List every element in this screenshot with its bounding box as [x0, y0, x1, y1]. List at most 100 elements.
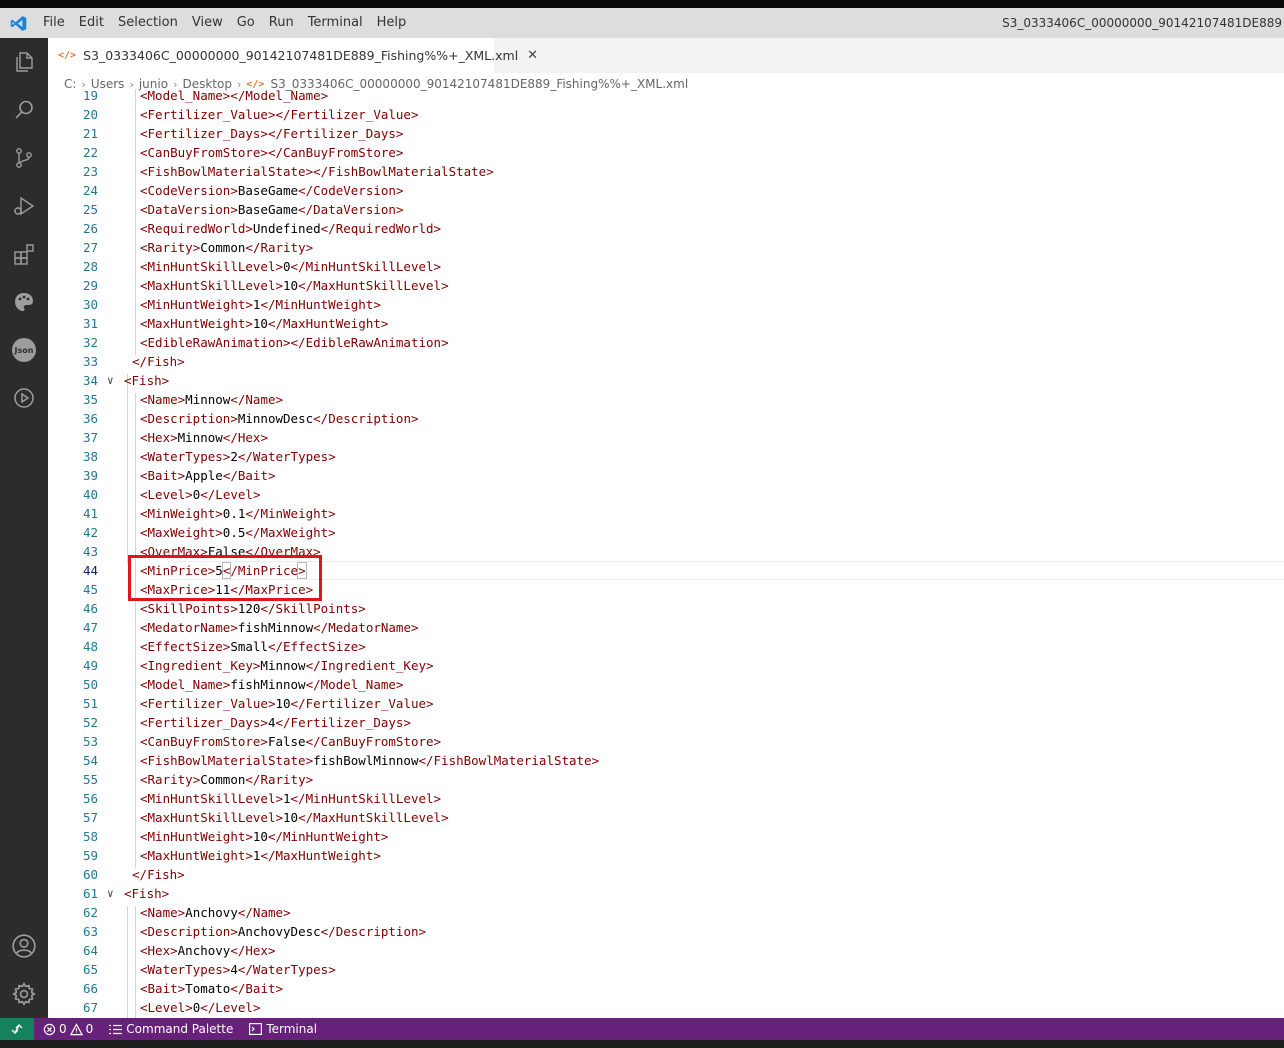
code-line[interactable]: 57 <MaxHuntSkillLevel>10</MaxHuntSkillLev… — [48, 808, 1284, 827]
terminal-icon — [249, 1023, 263, 1035]
problems-status[interactable]: 0 0 — [43, 1022, 93, 1036]
code-line[interactable]: 23 <FishBowlMaterialState></FishBowlMater… — [48, 162, 1284, 181]
code-text: <Ingredient_Key>Minnow</Ingredient_Key> — [140, 658, 434, 673]
xml-tag-name: Name — [245, 392, 276, 407]
xml-file-icon: </> — [58, 50, 77, 61]
line-number: 41 — [82, 506, 98, 521]
xml-tag-name: Fertilizer_Days — [147, 715, 261, 730]
code-line[interactable]: 28 <MinHuntSkillLevel>0</MinHuntSkillLeve… — [48, 257, 1284, 276]
remote-indicator[interactable] — [0, 1018, 34, 1040]
code-line[interactable]: 56 <MinHuntSkillLevel>1</MinHuntSkillLeve… — [48, 789, 1284, 808]
menu-file[interactable]: File — [36, 8, 72, 38]
code-line[interactable]: 51 <Fertilizer_Value>10</Fertilizer_Value… — [48, 694, 1284, 713]
code-line[interactable]: 38 <WaterTypes>2</WaterTypes> — [48, 447, 1284, 466]
account-icon[interactable] — [0, 922, 48, 970]
code-line[interactable]: 36 <Description>MinnowDesc</Description> — [48, 409, 1284, 428]
code-line[interactable]: 26 <RequiredWorld>Undefined</RequiredWorl… — [48, 219, 1284, 238]
code-line[interactable]: 39 <Bait>Apple</Bait> — [48, 466, 1284, 485]
line-number: 28 — [82, 259, 98, 274]
code-line[interactable]: 30 <MinHuntWeight>1</MinHuntWeight> — [48, 295, 1284, 314]
menu-selection[interactable]: Selection — [111, 8, 185, 38]
menu-edit[interactable]: Edit — [72, 8, 111, 38]
xml-tag-name: Description — [335, 924, 419, 939]
code-line[interactable]: 59 <MaxHuntWeight>1</MaxHuntWeight> — [48, 846, 1284, 865]
vscode-logo-icon[interactable] — [0, 8, 36, 38]
gear-icon[interactable] — [0, 970, 48, 1018]
search-icon[interactable] — [0, 86, 48, 134]
line-number: 52 — [82, 715, 98, 730]
code-line[interactable]: 40 <Level>0</Level> — [48, 485, 1284, 504]
code-text: <Fish> — [124, 373, 170, 388]
code-line[interactable]: 55 <Rarity>Common</Rarity> — [48, 770, 1284, 789]
code-line[interactable]: 32 <EdibleRawAnimation></EdibleRawAnimati… — [48, 333, 1284, 352]
xml-value: BaseGame — [237, 202, 299, 217]
xml-tag-name: Hex — [147, 430, 171, 445]
code-line[interactable]: 58 <MinHuntWeight>10</MinHuntWeight> — [48, 827, 1284, 846]
code-line[interactable]: 35 <Name>Minnow</Name> — [48, 390, 1284, 409]
code-line[interactable]: 67 <Level>0</Level> — [48, 998, 1284, 1017]
xml-value: Tomato — [185, 981, 231, 996]
palette-icon[interactable] — [0, 278, 48, 326]
menu-view[interactable]: View — [185, 8, 230, 38]
xml-value: 10 — [275, 696, 291, 711]
xml-tag-name: MaxHuntSkillLevel — [147, 278, 276, 293]
code-line[interactable]: 42 <MaxWeight>0.5</MaxWeight> — [48, 523, 1284, 542]
code-line[interactable]: 33 </Fish> — [48, 352, 1284, 371]
terminal-button[interactable]: Terminal — [249, 1022, 317, 1036]
menu-go[interactable]: Go — [230, 8, 262, 38]
line-number: 30 — [82, 297, 98, 312]
fold-chevron-icon[interactable]: ∨ — [107, 371, 114, 390]
code-line[interactable]: 61 ∨ <Fish> — [48, 884, 1284, 903]
json-icon[interactable]: Json — [0, 326, 48, 374]
code-line[interactable]: 29 <MaxHuntSkillLevel>10</MaxHuntSkillLev… — [48, 276, 1284, 295]
code-editor[interactable]: 19 <Model_Name></Model_Name> 20 <Fertilizer… — [48, 89, 1284, 1018]
fold-chevron-icon[interactable]: ∨ — [107, 884, 114, 903]
line-number: 22 — [82, 145, 98, 160]
code-line[interactable]: 63 <Description>AnchovyDesc</Description> — [48, 922, 1284, 941]
code-line[interactable]: 31 <MaxHuntWeight>10</MaxHuntWeight> — [48, 314, 1284, 333]
code-line[interactable]: 46 <SkillPoints>120</SkillPoints> — [48, 599, 1284, 618]
code-line[interactable]: 20 <Fertilizer_Value></Fertilizer_Value> — [48, 105, 1284, 124]
menu-help[interactable]: Help — [370, 8, 414, 38]
code-line[interactable]: 37 <Hex>Minnow</Hex> — [48, 428, 1284, 447]
explorer-icon[interactable] — [0, 38, 48, 86]
xml-tag-name: Fish — [131, 886, 162, 901]
tab-active-file[interactable]: </> S3_0333406C_00000000_90142107481DE88… — [48, 38, 538, 73]
source-control-icon[interactable] — [0, 134, 48, 182]
code-line[interactable]: 52 <Fertilizer_Days>4</Fertilizer_Days> — [48, 713, 1284, 732]
code-line[interactable]: 65 <WaterTypes>4</WaterTypes> — [48, 960, 1284, 979]
xml-tag-name: RequiredWorld — [147, 221, 246, 236]
code-line[interactable]: 53 <CanBuyFromStore>False</CanBuyFromStor… — [48, 732, 1284, 751]
code-line[interactable]: 21 <Fertilizer_Days></Fertilizer_Days> — [48, 124, 1284, 143]
code-line[interactable]: 49 <Ingredient_Key>Minnow</Ingredient_Key… — [48, 656, 1284, 675]
xml-tag-name: WaterTypes — [147, 449, 223, 464]
tab-bar: </> S3_0333406C_00000000_90142107481DE88… — [48, 38, 1284, 73]
xml-tag-name: Level — [147, 487, 186, 502]
code-line[interactable]: 24 <CodeVersion>BaseGame</CodeVersion> — [48, 181, 1284, 200]
code-line[interactable]: 34 ∨ <Fish> — [48, 371, 1284, 390]
code-line[interactable]: 48 <EffectSize>Small</EffectSize> — [48, 637, 1284, 656]
code-line[interactable]: 41 <MinWeight>0.1</MinWeight> — [48, 504, 1284, 523]
line-number: 40 — [82, 487, 98, 502]
code-line[interactable]: 22 <CanBuyFromStore></CanBuyFromStore> — [48, 143, 1284, 162]
close-icon[interactable]: ✕ — [527, 48, 538, 63]
code-line[interactable]: 27 <Rarity>Common</Rarity> — [48, 238, 1284, 257]
extensions-icon[interactable] — [0, 230, 48, 278]
xml-value: 2 — [230, 449, 238, 464]
code-line[interactable]: 66 <Bait>Tomato</Bait> — [48, 979, 1284, 998]
code-line[interactable]: 19 <Model_Name></Model_Name> — [48, 89, 1284, 105]
code-line[interactable]: 25 <DataVersion>BaseGame</DataVersion> — [48, 200, 1284, 219]
xml-value: 0 — [283, 259, 291, 274]
code-line[interactable]: 47 <MedatorName>fishMinnow</MedatorName> — [48, 618, 1284, 637]
run-debug-icon[interactable] — [0, 182, 48, 230]
command-palette-button[interactable]: Command Palette — [109, 1022, 233, 1036]
line-number: 24 — [82, 183, 98, 198]
code-line[interactable]: 54 <FishBowlMaterialState>fishBowlMinnow<… — [48, 751, 1284, 770]
menu-run[interactable]: Run — [262, 8, 301, 38]
code-line[interactable]: 64 <Hex>Anchovy</Hex> — [48, 941, 1284, 960]
play-circle-icon[interactable] — [0, 374, 48, 422]
code-line[interactable]: 62 <Name>Anchovy</Name> — [48, 903, 1284, 922]
code-line[interactable]: 60 </Fish> — [48, 865, 1284, 884]
menu-terminal[interactable]: Terminal — [301, 8, 370, 38]
code-line[interactable]: 50 <Model_Name>fishMinnow</Model_Name> — [48, 675, 1284, 694]
